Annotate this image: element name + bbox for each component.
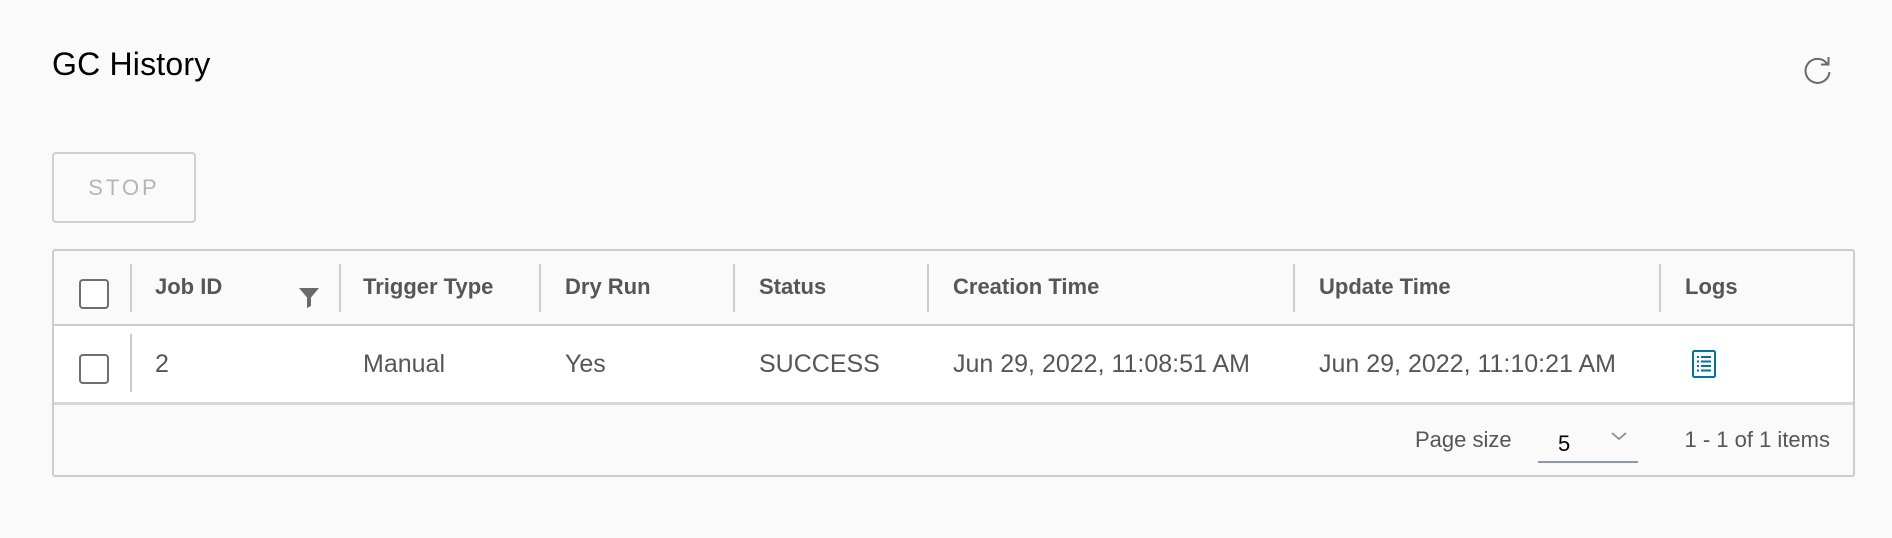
gc-history-page: GC History STOP Job ID Trigger Type Dry … xyxy=(0,0,1892,538)
page-title: GC History xyxy=(52,46,211,82)
column-divider xyxy=(1659,264,1661,312)
column-divider xyxy=(927,264,929,312)
table-row: 2 Manual Yes SUCCESS Jun 29, 2022, 11:08… xyxy=(54,326,1853,405)
cell-status: SUCCESS xyxy=(759,350,880,378)
column-divider xyxy=(733,264,735,312)
cell-dry-run: Yes xyxy=(565,350,606,378)
table-header: Job ID Trigger Type Dry Run Status Creat… xyxy=(54,251,1853,326)
refresh-button[interactable] xyxy=(1800,52,1836,88)
column-header-trigger-type[interactable]: Trigger Type xyxy=(363,274,493,300)
column-header-dry-run[interactable]: Dry Run xyxy=(565,274,651,300)
gc-history-table: Job ID Trigger Type Dry Run Status Creat… xyxy=(52,249,1855,477)
view-log-button[interactable] xyxy=(1686,346,1722,382)
stop-button[interactable]: STOP xyxy=(52,152,196,223)
log-file-icon xyxy=(1692,350,1716,378)
select-all-checkbox[interactable] xyxy=(79,279,109,309)
row-select-checkbox[interactable] xyxy=(79,354,109,384)
cell-trigger-type: Manual xyxy=(363,350,445,378)
row-divider xyxy=(130,334,132,392)
cell-update-time: Jun 29, 2022, 11:10:21 AM xyxy=(1319,350,1616,378)
column-divider xyxy=(130,264,132,312)
column-divider xyxy=(1293,264,1295,312)
column-header-job-id[interactable]: Job ID xyxy=(155,274,222,300)
refresh-icon xyxy=(1804,57,1831,84)
page-size-select[interactable]: 5 xyxy=(1538,421,1638,463)
column-header-status[interactable]: Status xyxy=(759,274,826,300)
job-id-filter-button[interactable] xyxy=(294,282,324,312)
page-size-value: 5 xyxy=(1558,431,1571,456)
pagination-summary: 1 - 1 of 1 items xyxy=(1684,427,1830,452)
cell-creation-time: Jun 29, 2022, 11:08:51 AM xyxy=(953,350,1250,378)
column-header-creation-time[interactable]: Creation Time xyxy=(953,274,1099,300)
page-size-label: Page size xyxy=(1415,427,1512,452)
table-footer: Page size 5 1 - 1 of 1 items xyxy=(54,405,1853,475)
column-header-logs: Logs xyxy=(1685,274,1738,299)
filter-icon xyxy=(299,288,319,308)
chevron-down-icon xyxy=(1611,432,1627,441)
column-divider xyxy=(339,264,341,312)
column-header-update-time[interactable]: Update Time xyxy=(1319,274,1451,300)
column-divider xyxy=(539,264,541,312)
cell-job-id: 2 xyxy=(155,350,169,378)
